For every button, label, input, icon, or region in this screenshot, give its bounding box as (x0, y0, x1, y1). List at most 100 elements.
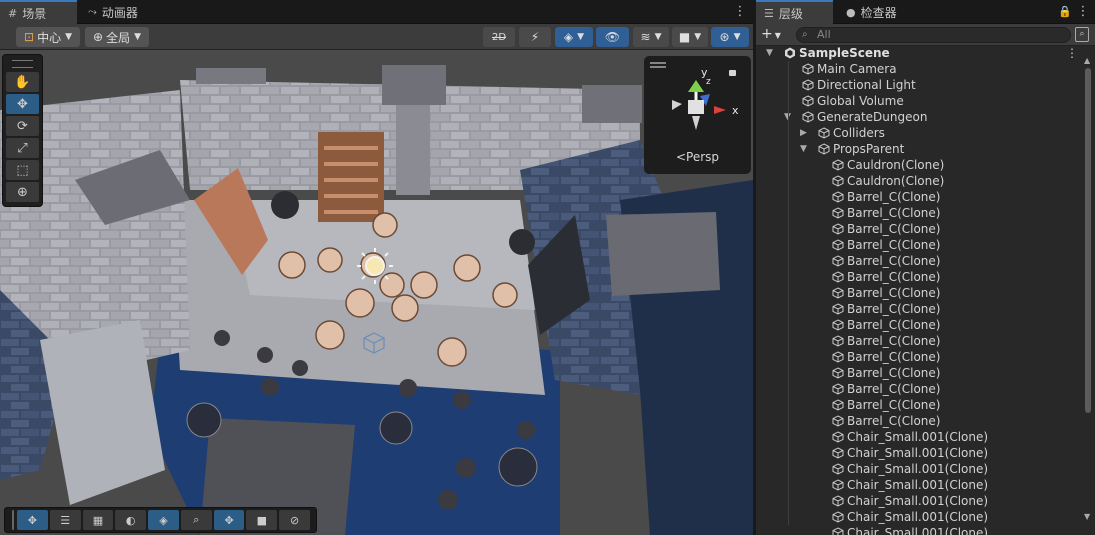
space-mode-dropdown[interactable]: ⊕ 全局 ▼ (85, 27, 149, 47)
hierarchy-more-icon[interactable]: ⋮ (1076, 3, 1090, 21)
hand-icon: ✋ (14, 74, 31, 90)
move-icon: ✥ (17, 96, 28, 112)
gameobject-cube-icon (832, 223, 844, 235)
rect-icon: ⬚ (16, 162, 29, 178)
transform-tool-button[interactable]: ⊕ (6, 182, 39, 202)
chevron-down-icon: ▼ (134, 32, 141, 42)
overlay-grid-button[interactable]: ▦ (82, 510, 114, 530)
rect-tool-button[interactable]: ⬚ (6, 160, 39, 180)
hierarchy-row[interactable]: Chair_Small.001(Clone) (756, 477, 1083, 493)
scene-more-icon[interactable]: ⋮ (733, 3, 747, 21)
orientation-gizmo[interactable]: y z x <Persp (644, 56, 751, 174)
hierarchy-row[interactable]: Barrel_C(Clone) (756, 397, 1083, 413)
scroll-up-icon[interactable]: ▲ (1084, 56, 1090, 65)
gameobject-cube-icon (832, 479, 844, 491)
camera-settings-button[interactable]: ■ ▼ (672, 27, 708, 47)
expand-right-icon[interactable]: ▶ (800, 125, 810, 141)
hierarchy-scrollbar[interactable]: ▲ ▼ (1084, 56, 1092, 525)
hierarchy-row[interactable]: Chair_Small.001(Clone) (756, 525, 1083, 535)
hierarchy-row[interactable]: Directional Light (756, 77, 1083, 93)
hierarchy-row[interactable]: Barrel_C(Clone) (756, 301, 1083, 317)
rotate-tool-button[interactable]: ⟳ (6, 116, 39, 136)
visibility-toggle-button[interactable]: 👁 (596, 27, 629, 47)
scene-more-icon[interactable]: ⋮ (1066, 45, 1078, 61)
effects-toggle-button[interactable]: ◈ ▼ (555, 27, 593, 47)
lock-icon[interactable]: 🔒 (1058, 3, 1072, 21)
hierarchy-row[interactable]: Barrel_C(Clone) (756, 349, 1083, 365)
hierarchy-scene-row[interactable]: ▼ SampleScene ⋮ (756, 45, 1083, 61)
hierarchy-row[interactable]: Main Camera (756, 61, 1083, 77)
overlay-camera-button[interactable]: ■ (246, 510, 278, 530)
lighting-toggle-button[interactable]: ⚡ (519, 27, 551, 47)
scroll-down-icon[interactable]: ▼ (1084, 512, 1090, 521)
hierarchy-row[interactable]: Barrel_C(Clone) (756, 221, 1083, 237)
pivot-icon: ⊡ (24, 30, 35, 44)
hierarchy-row[interactable]: ▼ PropsParent (756, 141, 1083, 157)
tab-animator[interactable]: ⤳ 动画器 (80, 0, 160, 24)
gameobject-cube-icon (832, 255, 844, 267)
overlay-layers-button[interactable]: ◈ (148, 510, 179, 530)
expand-down-icon[interactable]: ▼ (766, 45, 776, 61)
hierarchy-row-label: Global Volume (817, 94, 904, 108)
overlay-move-button[interactable]: ✥ (16, 510, 48, 530)
overlay-shading-button[interactable]: ◐ (115, 510, 147, 530)
hierarchy-row[interactable]: Barrel_C(Clone) (756, 253, 1083, 269)
hierarchy-row[interactable]: Barrel_C(Clone) (756, 365, 1083, 381)
scale-icon: ⤢ (17, 140, 28, 156)
hierarchy-row-label: Barrel_C(Clone) (847, 334, 941, 348)
hierarchy-row[interactable]: Chair_Small.001(Clone) (756, 429, 1083, 445)
hierarchy-row[interactable]: ▶ Colliders (756, 125, 1083, 141)
overlay-compass-button[interactable]: ⊘ (279, 510, 311, 530)
hierarchy-toolbar: + ▼ ⌕ All ⌕ (756, 24, 1095, 46)
hierarchy-row[interactable]: Barrel_C(Clone) (756, 413, 1083, 429)
scrollbar-thumb[interactable] (1085, 68, 1091, 413)
hierarchy-panel: ☰ 层级 ● 检查器 🔒 ⋮ + ▼ ⌕ All ⌕ ▼ SampleScene ⋮ M… (756, 0, 1095, 535)
hierarchy-row[interactable]: Global Volume (756, 93, 1083, 109)
overlay-align-button[interactable]: ☰ (49, 510, 81, 530)
hierarchy-row[interactable]: Barrel_C(Clone) (756, 269, 1083, 285)
gameobject-cube-icon (832, 383, 844, 395)
tab-hierarchy[interactable]: ☰ 层级 (756, 0, 833, 24)
hierarchy-tree: ▼ SampleScene ⋮ Main Camera Directional Ligh… (756, 45, 1083, 535)
overlay-search-button[interactable]: ⌕ (180, 510, 212, 530)
hierarchy-row[interactable]: Barrel_C(Clone) (756, 317, 1083, 333)
expand-down-icon[interactable]: ▼ (800, 141, 810, 157)
tab-scene[interactable]: # 场景 (0, 0, 77, 24)
hierarchy-row[interactable]: ▼ GenerateDungeon (756, 109, 1083, 125)
hierarchy-row[interactable]: Barrel_C(Clone) (756, 237, 1083, 253)
hierarchy-search-input[interactable]: ⌕ All (796, 27, 1071, 43)
scale-tool-button[interactable]: ⤢ (6, 138, 39, 158)
2d-toggle-button[interactable]: 2D (483, 27, 515, 47)
search-options-icon[interactable]: ⌕ (1075, 27, 1089, 42)
expand-down-icon[interactable]: ▼ (784, 109, 794, 125)
hierarchy-row[interactable]: Chair_Small.001(Clone) (756, 493, 1083, 509)
hand-tool-button[interactable]: ✋ (6, 72, 39, 92)
space-mode-label: 全局 (106, 30, 131, 45)
projection-toggle[interactable]: <Persp (644, 150, 751, 164)
overlay-grip[interactable] (12, 510, 14, 530)
draw-mode-button[interactable]: ≋ ▼ (633, 27, 669, 47)
palette-grip[interactable] (12, 60, 33, 68)
overlay-snap-button[interactable]: ✥ (213, 510, 245, 530)
tab-inspector[interactable]: ● 检查器 (838, 0, 928, 24)
move-tool-button[interactable]: ✥ (6, 94, 39, 114)
hierarchy-row[interactable]: Chair_Small.001(Clone) (756, 461, 1083, 477)
hierarchy-row[interactable]: Barrel_C(Clone) (756, 381, 1083, 397)
hierarchy-row[interactable]: Barrel_C(Clone) (756, 189, 1083, 205)
hierarchy-row-label: Barrel_C(Clone) (847, 366, 941, 380)
hierarchy-row[interactable]: Barrel_C(Clone) (756, 205, 1083, 221)
gameobject-cube-icon (832, 287, 844, 299)
hierarchy-row[interactable]: Barrel_C(Clone) (756, 285, 1083, 301)
hierarchy-row[interactable]: Chair_Small.001(Clone) (756, 445, 1083, 461)
gameobject-cube-icon (832, 511, 844, 523)
scene-viewport[interactable]: ✋ ✥ ⟳ ⤢ ⬚ ⊕ y z x <Persp ✥ ☰ ▦ ◐ ◈ ⌕ ✥ ■… (0, 50, 753, 535)
pivot-mode-dropdown[interactable]: ⊡ 中心 ▼ (16, 27, 80, 47)
hierarchy-row[interactable]: Chair_Small.001(Clone) (756, 509, 1083, 525)
gameobject-cube-icon (832, 415, 844, 427)
gizmos-button[interactable]: ⊛ ▼ (711, 27, 749, 47)
hierarchy-row[interactable]: Cauldron(Clone) (756, 157, 1083, 173)
hierarchy-row[interactable]: Cauldron(Clone) (756, 173, 1083, 189)
hierarchy-row[interactable]: Barrel_C(Clone) (756, 333, 1083, 349)
hierarchy-row-label: Main Camera (817, 62, 897, 76)
add-object-button[interactable]: + ▼ (761, 26, 781, 44)
